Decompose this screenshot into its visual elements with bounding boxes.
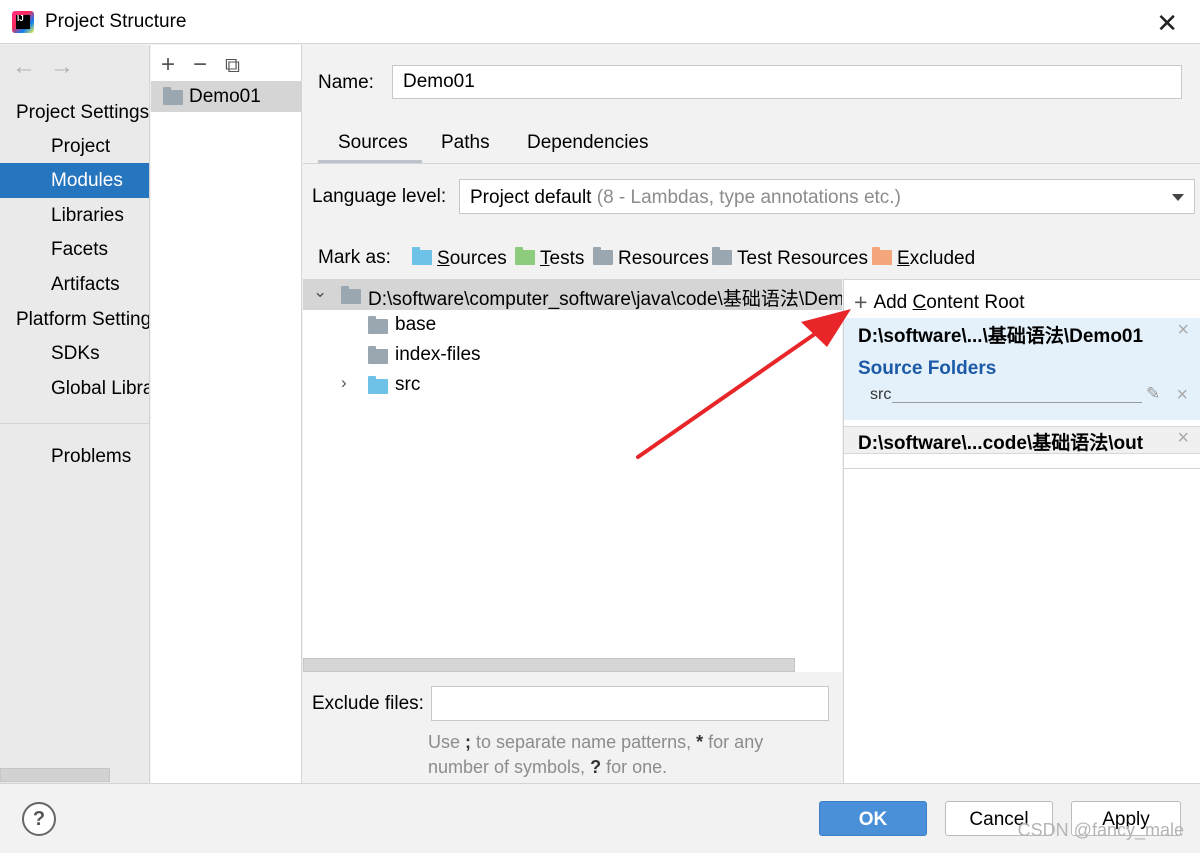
content-root-path: D:\software\...\基础语法\Demo01 bbox=[858, 326, 1144, 347]
tree-row-base[interactable]: base bbox=[303, 310, 842, 340]
title-bar: IJ Project Structure ✕ bbox=[0, 0, 1200, 44]
back-arrow-icon[interactable]: ← bbox=[12, 53, 36, 80]
tab-sources[interactable]: Sources bbox=[338, 132, 408, 154]
ok-button[interactable]: OK bbox=[819, 801, 927, 836]
folder-icon bbox=[341, 286, 361, 304]
content-roots-panel: + Add Content Root D:\software\...\基础语法\D… bbox=[843, 279, 1200, 783]
nav-divider bbox=[0, 423, 149, 424]
source-folder-icon bbox=[368, 376, 388, 394]
source-folder-underline bbox=[892, 402, 1142, 403]
nav-item-facets[interactable]: Facets bbox=[0, 232, 149, 267]
tree-item-label: src bbox=[395, 374, 421, 395]
tab-dependencies[interactable]: Dependencies bbox=[527, 132, 648, 154]
remove-source-folder-icon[interactable]: × bbox=[1176, 384, 1188, 407]
tree-item-label: index-files bbox=[395, 344, 481, 365]
mark-excluded-button[interactable]: Excluded bbox=[872, 247, 975, 270]
project-settings-heading: Project Settings bbox=[16, 102, 150, 123]
mark-sources-button[interactable]: Sources bbox=[412, 247, 507, 270]
nav-item-libraries[interactable]: Libraries bbox=[0, 198, 149, 233]
module-toolbar: + − ⧉ bbox=[161, 51, 258, 79]
module-name: Demo01 bbox=[189, 86, 261, 107]
module-list-panel: + − ⧉ Demo01 bbox=[151, 45, 302, 783]
tests-folder-icon bbox=[515, 247, 535, 265]
tree-horizontal-scrollbar[interactable] bbox=[303, 658, 795, 672]
language-level-label: Language level: bbox=[312, 186, 447, 207]
copy-icon[interactable]: ⧉ bbox=[225, 54, 240, 77]
content-root-card-out[interactable]: D:\software\...code\基础语法\out × bbox=[844, 426, 1200, 454]
tab-paths[interactable]: Paths bbox=[441, 132, 490, 154]
remove-root-icon[interactable]: × bbox=[1177, 319, 1189, 342]
nav-item-global-libraries[interactable]: Global Libra bbox=[0, 371, 149, 406]
platform-settings-heading: Platform Setting bbox=[16, 309, 150, 330]
nav-item-sdks[interactable]: SDKs bbox=[0, 336, 149, 371]
mark-tests-button[interactable]: Tests bbox=[515, 247, 584, 270]
language-level-hint: (8 - Lambdas, type annotations etc.) bbox=[596, 187, 901, 208]
module-list-item[interactable]: Demo01 bbox=[151, 81, 301, 112]
remove-icon[interactable]: − bbox=[193, 51, 207, 78]
close-icon[interactable]: ✕ bbox=[1156, 8, 1178, 39]
nav-item-project[interactable]: Project bbox=[0, 129, 149, 164]
excluded-folder-icon bbox=[872, 247, 892, 265]
name-label: Name: bbox=[318, 72, 374, 93]
folder-icon bbox=[368, 316, 388, 334]
help-button[interactable]: ? bbox=[22, 802, 56, 836]
exclude-files-help: Use ; to separate name patterns, * for a… bbox=[428, 732, 764, 777]
content-tree: ⌄ D:\software\computer_software\java\cod… bbox=[303, 279, 842, 672]
nav-item-modules[interactable]: Modules bbox=[0, 163, 149, 198]
nav-item-artifacts[interactable]: Artifacts bbox=[0, 267, 149, 302]
mark-test-resources-button[interactable]: Test Resources bbox=[712, 247, 868, 270]
sources-folder-icon bbox=[412, 247, 432, 265]
mark-resources-button[interactable]: Resources bbox=[593, 247, 709, 270]
resources-folder-icon bbox=[593, 247, 613, 265]
nav-item-problems[interactable]: Problems bbox=[0, 439, 149, 474]
nav-history: ← → bbox=[12, 53, 88, 81]
forward-arrow-icon[interactable]: → bbox=[50, 53, 74, 80]
add-content-root-button[interactable]: + Add Content Root bbox=[854, 289, 1025, 316]
window-title: Project Structure bbox=[45, 11, 187, 32]
test-resources-folder-icon bbox=[712, 247, 732, 265]
tree-item-label: base bbox=[395, 314, 437, 335]
nav-scrollbar[interactable] bbox=[0, 768, 110, 782]
tree-root-path: D:\software\computer_software\java\code\… bbox=[368, 289, 842, 310]
exclude-files-label: Exclude files: bbox=[312, 693, 424, 714]
chevron-down-icon[interactable]: ⌄ bbox=[313, 282, 327, 302]
watermark: CSDN @fancy_male bbox=[1017, 820, 1184, 840]
add-icon[interactable]: + bbox=[161, 51, 175, 78]
source-folder-item: src bbox=[870, 386, 892, 403]
module-name-field[interactable] bbox=[392, 65, 1182, 99]
exclude-files-field[interactable] bbox=[431, 686, 829, 721]
tree-row-index-files[interactable]: index-files bbox=[303, 340, 842, 370]
intellij-logo-icon: IJ bbox=[12, 11, 34, 33]
content-root-path: D:\software\...code\基础语法\out bbox=[858, 433, 1144, 454]
module-folder-icon bbox=[163, 87, 183, 111]
roots-divider bbox=[844, 468, 1200, 469]
language-level-select[interactable]: Project default (8 - Lambdas, type annot… bbox=[459, 179, 1195, 214]
plus-icon: + bbox=[854, 289, 868, 315]
chevron-down-icon bbox=[1172, 194, 1184, 201]
chevron-right-icon[interactable]: › bbox=[341, 373, 347, 393]
edit-icon[interactable]: ✎ bbox=[1146, 384, 1160, 404]
language-level-value: Project default bbox=[470, 187, 592, 208]
tree-row-root[interactable]: ⌄ D:\software\computer_software\java\cod… bbox=[303, 280, 842, 310]
settings-nav: ← → Project Settings Project Modules Libr… bbox=[0, 45, 150, 783]
folder-icon bbox=[368, 346, 388, 364]
tree-row-src[interactable]: › src bbox=[303, 370, 842, 400]
source-folders-heading: Source Folders bbox=[858, 358, 997, 379]
remove-root-icon[interactable]: × bbox=[1177, 427, 1189, 450]
mark-as-label: Mark as: bbox=[318, 247, 391, 268]
tabs-divider bbox=[303, 163, 1200, 164]
